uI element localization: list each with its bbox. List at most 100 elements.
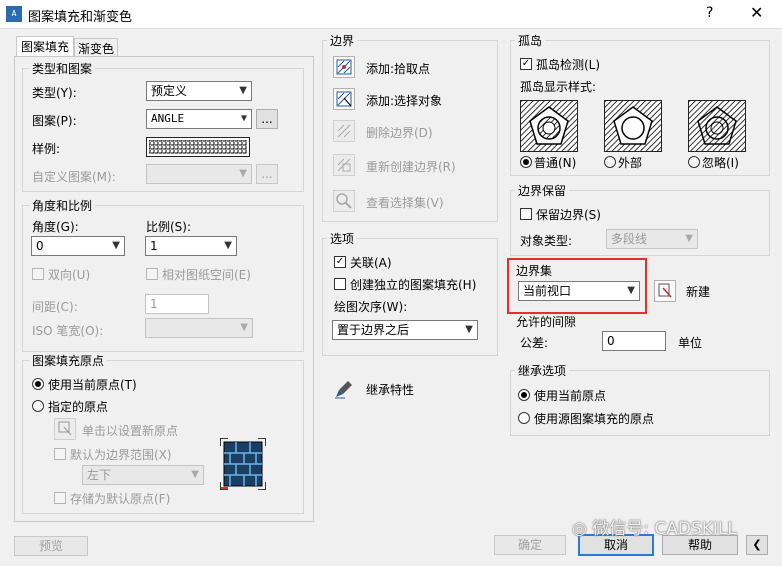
relative-paper-label: 相对图纸空间(E) bbox=[162, 268, 251, 282]
separate-hatches-label: 创建独立的图案填充(H) bbox=[350, 278, 477, 292]
islands-title: 孤岛 bbox=[515, 32, 546, 49]
pattern-select[interactable]: ANGLE ▼ bbox=[146, 109, 252, 129]
inherit-current-origin-radio[interactable] bbox=[518, 389, 530, 401]
scale-select[interactable]: 1 ▼ bbox=[145, 236, 237, 256]
island-ignore-icon bbox=[689, 101, 745, 151]
iso-pen-select[interactable]: ▼ bbox=[145, 318, 253, 338]
separate-hatches-checkbox[interactable] bbox=[334, 278, 346, 290]
object-type-select[interactable]: 多段线 ▼ bbox=[606, 229, 698, 249]
remove-boundaries-icon bbox=[337, 124, 351, 138]
specified-origin-radio[interactable] bbox=[32, 400, 44, 412]
tab-hatch[interactable]: 图案填充 bbox=[16, 36, 74, 58]
help-icon[interactable]: ? bbox=[706, 5, 713, 21]
island-normal-radio[interactable] bbox=[520, 156, 532, 168]
island-normal-preview[interactable] bbox=[520, 100, 578, 152]
pick-point-icon bbox=[58, 421, 72, 436]
default-extents-checkbox[interactable] bbox=[54, 448, 66, 460]
magnifier-icon bbox=[336, 193, 352, 209]
type-select[interactable]: 预定义 ▼ bbox=[146, 81, 252, 101]
use-current-origin-radio[interactable] bbox=[32, 378, 44, 390]
set-origin-label: 单击以设置新原点 bbox=[82, 424, 179, 438]
origin-preview bbox=[219, 437, 267, 491]
iso-pen-label: ISO 笔宽(O): bbox=[32, 324, 104, 338]
custom-browse-button[interactable]: ... bbox=[256, 164, 278, 184]
collapse-button[interactable]: ❮ bbox=[746, 535, 768, 555]
island-outer-radio[interactable] bbox=[604, 156, 616, 168]
pattern-swatch[interactable] bbox=[146, 137, 250, 157]
chevron-down-icon: ▼ bbox=[685, 233, 693, 244]
spacing-input[interactable]: 1 bbox=[145, 294, 209, 314]
angle-scale-title: 角度和比例 bbox=[29, 197, 96, 214]
default-extents-label: 默认为边界范围(X) bbox=[70, 448, 172, 462]
island-detection-label: 孤岛检测(L) bbox=[536, 58, 601, 72]
tab-gradient[interactable]: 渐变色 bbox=[74, 38, 118, 58]
chevron-down-icon: ▼ bbox=[239, 85, 247, 96]
origin-title: 图案填充原点 bbox=[29, 352, 108, 369]
retain-boundaries-checkbox[interactable] bbox=[520, 208, 532, 220]
store-origin-checkbox[interactable] bbox=[54, 492, 66, 504]
remove-boundaries-button[interactable] bbox=[333, 120, 355, 142]
options-title: 选项 bbox=[327, 230, 358, 247]
boundary-retention-title: 边界保留 bbox=[515, 182, 570, 199]
specified-origin-label: 指定的原点 bbox=[48, 400, 109, 414]
object-type-label: 对象类型: bbox=[520, 234, 573, 248]
inherit-properties-button[interactable] bbox=[333, 378, 355, 400]
chevron-down-icon: ▼ bbox=[465, 324, 473, 335]
spacing-label: 间距(C): bbox=[32, 300, 78, 314]
preview-button[interactable]: 预览 bbox=[14, 536, 88, 556]
close-icon[interactable]: ✕ bbox=[750, 3, 763, 22]
island-ignore-label: 忽略(I) bbox=[702, 156, 739, 170]
origin-position-select[interactable]: 左下 ▼ bbox=[82, 465, 204, 485]
chevron-down-icon: ▼ bbox=[240, 322, 248, 333]
app-icon: A bbox=[6, 6, 22, 22]
brick-preview-icon bbox=[219, 437, 267, 491]
wechat-icon: ◎ bbox=[572, 519, 593, 539]
chevron-down-icon: ▼ bbox=[112, 240, 120, 251]
custom-pattern-select[interactable]: ▼ bbox=[146, 164, 252, 184]
watermark-text: 微信号: CADSKILL bbox=[592, 519, 737, 539]
pattern-label: 图案(P): bbox=[32, 114, 77, 128]
boundary-set-select[interactable]: 当前视口 ▼ bbox=[518, 281, 640, 301]
tolerance-input[interactable]: 0 bbox=[602, 331, 666, 351]
swatch-label: 样例: bbox=[32, 142, 61, 156]
associative-checkbox[interactable]: ✓ bbox=[334, 256, 346, 268]
add-pick-points-button[interactable] bbox=[333, 56, 355, 78]
island-normal-icon bbox=[521, 101, 577, 151]
pattern-browse-button[interactable]: ... bbox=[256, 109, 278, 129]
island-ignore-radio[interactable] bbox=[688, 156, 700, 168]
type-pattern-title: 类型和图案 bbox=[29, 60, 96, 77]
boundaries-title: 边界 bbox=[327, 32, 358, 49]
gap-tolerance-title: 允许的间隙 bbox=[516, 315, 577, 329]
island-outer-preview[interactable] bbox=[604, 100, 662, 152]
double-checkbox[interactable] bbox=[32, 268, 44, 280]
view-selections-button[interactable] bbox=[333, 190, 355, 212]
custom-pattern-label: 自定义图案(M): bbox=[32, 170, 116, 184]
set-origin-button[interactable] bbox=[54, 418, 76, 440]
boundary-set-title: 边界集 bbox=[516, 264, 553, 278]
draw-order-select[interactable]: 置于边界之后 ▼ bbox=[332, 320, 478, 340]
recreate-boundary-button[interactable] bbox=[333, 154, 355, 176]
add-pick-points-label: 添加:拾取点 bbox=[366, 62, 431, 76]
angle-select[interactable]: 0 ▼ bbox=[31, 236, 125, 256]
draw-order-label: 绘图次序(W): bbox=[334, 300, 408, 314]
add-select-objects-label: 添加:选择对象 bbox=[366, 94, 443, 108]
chevron-down-icon: ▼ bbox=[191, 469, 199, 480]
new-boundary-set-button[interactable] bbox=[654, 280, 676, 302]
add-select-objects-button[interactable] bbox=[333, 88, 355, 110]
island-detection-checkbox[interactable]: ✓ bbox=[520, 58, 532, 70]
angle-label: 角度(G): bbox=[32, 220, 79, 234]
chevron-down-icon: ▼ bbox=[239, 168, 247, 179]
chevron-left-icon: ❮ bbox=[752, 538, 762, 551]
use-current-origin-label: 使用当前原点(T) bbox=[48, 378, 137, 392]
island-ignore-preview[interactable] bbox=[688, 100, 746, 152]
paint-brush-icon bbox=[335, 381, 352, 399]
type-label: 类型(Y): bbox=[32, 86, 77, 100]
ok-button[interactable]: 确定 bbox=[494, 535, 566, 555]
island-style-label: 孤岛显示样式: bbox=[520, 80, 597, 94]
relative-paper-checkbox[interactable] bbox=[146, 268, 158, 280]
inherit-source-origin-radio[interactable] bbox=[518, 412, 530, 424]
remove-boundaries-label: 删除边界(D) bbox=[366, 126, 433, 140]
island-normal-label: 普通(N) bbox=[534, 156, 577, 170]
inherit-source-origin-label: 使用源图案填充的原点 bbox=[534, 412, 655, 426]
scale-label: 比例(S): bbox=[146, 220, 192, 234]
